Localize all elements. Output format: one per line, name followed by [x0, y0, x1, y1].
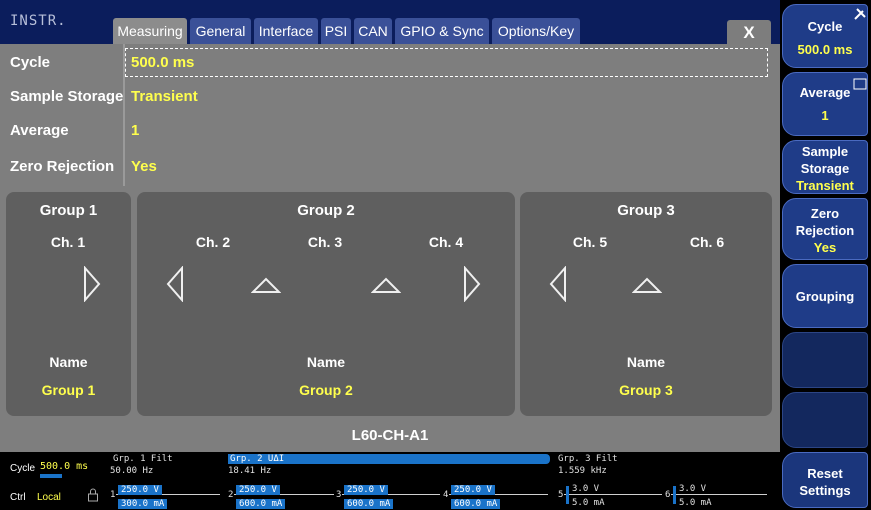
channel-number: 4	[443, 490, 449, 500]
move-right-icon[interactable]	[462, 266, 482, 302]
close-button[interactable]: X	[727, 20, 771, 44]
setting-label-average: Average	[10, 122, 69, 139]
merge-up-icon[interactable]	[632, 276, 662, 294]
status-group-freq: 1.559 kHz	[558, 466, 607, 476]
channel-current: 300.0 mA	[118, 499, 168, 509]
merge-up-icon[interactable]	[371, 276, 401, 294]
side-button-label: Sample	[801, 144, 849, 159]
channel-label: Ch. 1	[50, 234, 86, 250]
setting-value-sample-storage[interactable]: Transient	[131, 80, 198, 114]
side-button-grouping[interactable]: Grouping	[782, 264, 868, 328]
status-group-freq: 18.41 Hz	[228, 466, 272, 476]
name-label: Name	[306, 354, 346, 370]
setting-label-cycle: Cycle	[10, 54, 51, 71]
channel-current: 600.0 mA	[236, 499, 286, 509]
status-group-freq: 50.00 Hz	[110, 466, 154, 476]
channel-voltage: 250.0 V	[451, 485, 495, 495]
side-button-label: Reset	[807, 466, 843, 481]
side-button-empty	[782, 332, 868, 388]
group-title: Group 3	[617, 202, 675, 219]
tab-measuring[interactable]: Measuring	[113, 18, 187, 44]
channel-current: 600.0 mA	[451, 499, 501, 509]
group-panel-3: Group 3 Ch. 5 Ch. 6 Name Group 3	[520, 192, 772, 416]
channel-voltage: 3.0 V	[679, 484, 707, 494]
setting-label-sample-storage: Sample Storage	[10, 88, 124, 105]
device-name: L60-CH-A1	[351, 427, 429, 444]
channel-label: Ch. 2	[195, 234, 231, 250]
side-button-value: Transient	[796, 178, 854, 193]
lock-icon	[88, 488, 98, 502]
channel-voltage: 250.0 V	[344, 485, 388, 495]
side-button-sample-storage[interactable]: Sample Storage Transient	[782, 140, 868, 194]
side-button-label: Settings	[799, 483, 851, 498]
tab-options-key[interactable]: Options/Key	[492, 18, 580, 44]
channel-number: 2	[228, 490, 234, 500]
channel-number: 3	[336, 490, 342, 500]
tab-can[interactable]: CAN	[354, 18, 392, 44]
cycle-indicator-bar	[40, 474, 62, 478]
channel-label: Ch. 4	[428, 234, 464, 250]
tab-general[interactable]: General	[190, 18, 251, 44]
status-cycle-value: 500.0 ms	[40, 461, 89, 472]
move-right-icon[interactable]	[82, 266, 102, 302]
channel-voltage: 250.0 V	[118, 485, 162, 495]
group-name-value[interactable]: Group 3	[520, 382, 772, 398]
group-panel-1: Group 1 Ch. 1 Name Group 1	[6, 192, 131, 416]
channel-label: Ch. 3	[307, 234, 343, 250]
group-title: Group 2	[297, 202, 355, 219]
move-left-icon[interactable]	[165, 266, 185, 302]
side-button-zero-rejection[interactable]: Zero Rejection Yes	[782, 198, 868, 260]
channel-number: 1	[110, 490, 116, 500]
status-group-head: Grp. 1 Filt	[113, 454, 173, 464]
side-button-average[interactable]: Average 1	[782, 72, 868, 136]
side-button-empty	[782, 392, 868, 448]
channel-current: 5.0 mA	[679, 498, 712, 508]
channel-current: 600.0 mA	[344, 499, 394, 509]
setting-row-average[interactable]: Average 1	[0, 114, 780, 148]
status-bar: Cycle 500.0 ms Ctrl Local Grp. 1 Filt 50…	[0, 452, 780, 510]
setting-row-zero-rejection[interactable]: Zero Rejection Yes	[0, 150, 780, 184]
instrument-label: INSTR.	[10, 13, 67, 29]
channel-label: Ch. 5	[572, 234, 608, 250]
channel-voltage: 3.0 V	[572, 484, 600, 494]
group-name-value[interactable]: Group 2	[137, 382, 515, 398]
name-label: Name	[49, 354, 88, 370]
group-panel-2: Group 2 Ch. 2 Ch. 3 Ch. 4 Name Group 2	[137, 192, 515, 416]
group-name-value[interactable]: Group 1	[6, 382, 131, 398]
setting-row-cycle[interactable]: Cycle 500.0 ms	[0, 46, 780, 80]
side-button-value: 1	[821, 108, 829, 123]
group-title: Group 1	[39, 202, 98, 219]
side-button-value: 500.0 ms	[797, 42, 853, 57]
side-button-cycle[interactable]: Cycle 500.0 ms	[782, 4, 868, 68]
setting-value-zero-rejection[interactable]: Yes	[131, 150, 157, 184]
tools-icon	[854, 8, 866, 20]
move-left-icon[interactable]	[548, 266, 568, 302]
setting-label-zero-rejection: Zero Rejection	[10, 158, 115, 175]
tab-interface[interactable]: Interface	[254, 18, 318, 44]
channel-current: 5.0 mA	[572, 498, 605, 508]
channel-number: 6	[665, 490, 671, 500]
name-label: Name	[626, 354, 666, 370]
side-button-value: Yes	[813, 240, 837, 255]
setting-value-average[interactable]: 1	[131, 114, 139, 148]
status-group-head: Grp. 3 Filt	[558, 454, 618, 464]
side-button-label: Zero	[810, 206, 840, 221]
reset-settings-button[interactable]: Reset Settings	[782, 452, 868, 508]
setting-value-cycle[interactable]: 500.0 ms	[131, 46, 194, 80]
setting-row-sample-storage[interactable]: Sample Storage Transient	[0, 80, 780, 114]
merge-up-icon[interactable]	[251, 276, 281, 294]
status-ctrl-value: Local	[37, 492, 61, 503]
status-cycle-label: Cycle	[10, 463, 36, 474]
side-button-label: Rejection	[795, 223, 855, 238]
status-ctrl-label: Ctrl	[10, 492, 26, 503]
channel-label: Ch. 6	[689, 234, 725, 250]
tab-gpio-sync[interactable]: GPIO & Sync	[395, 18, 489, 44]
tab-psi[interactable]: PSI	[321, 18, 351, 44]
channel-number: 5	[558, 490, 564, 500]
keyboard-icon	[853, 78, 867, 90]
side-button-label: Storage	[800, 161, 850, 176]
status-group-head: Grp. 2 UΔI	[228, 454, 550, 464]
channel-voltage: 250.0 V	[236, 485, 280, 495]
side-button-label: Grouping	[795, 289, 855, 304]
